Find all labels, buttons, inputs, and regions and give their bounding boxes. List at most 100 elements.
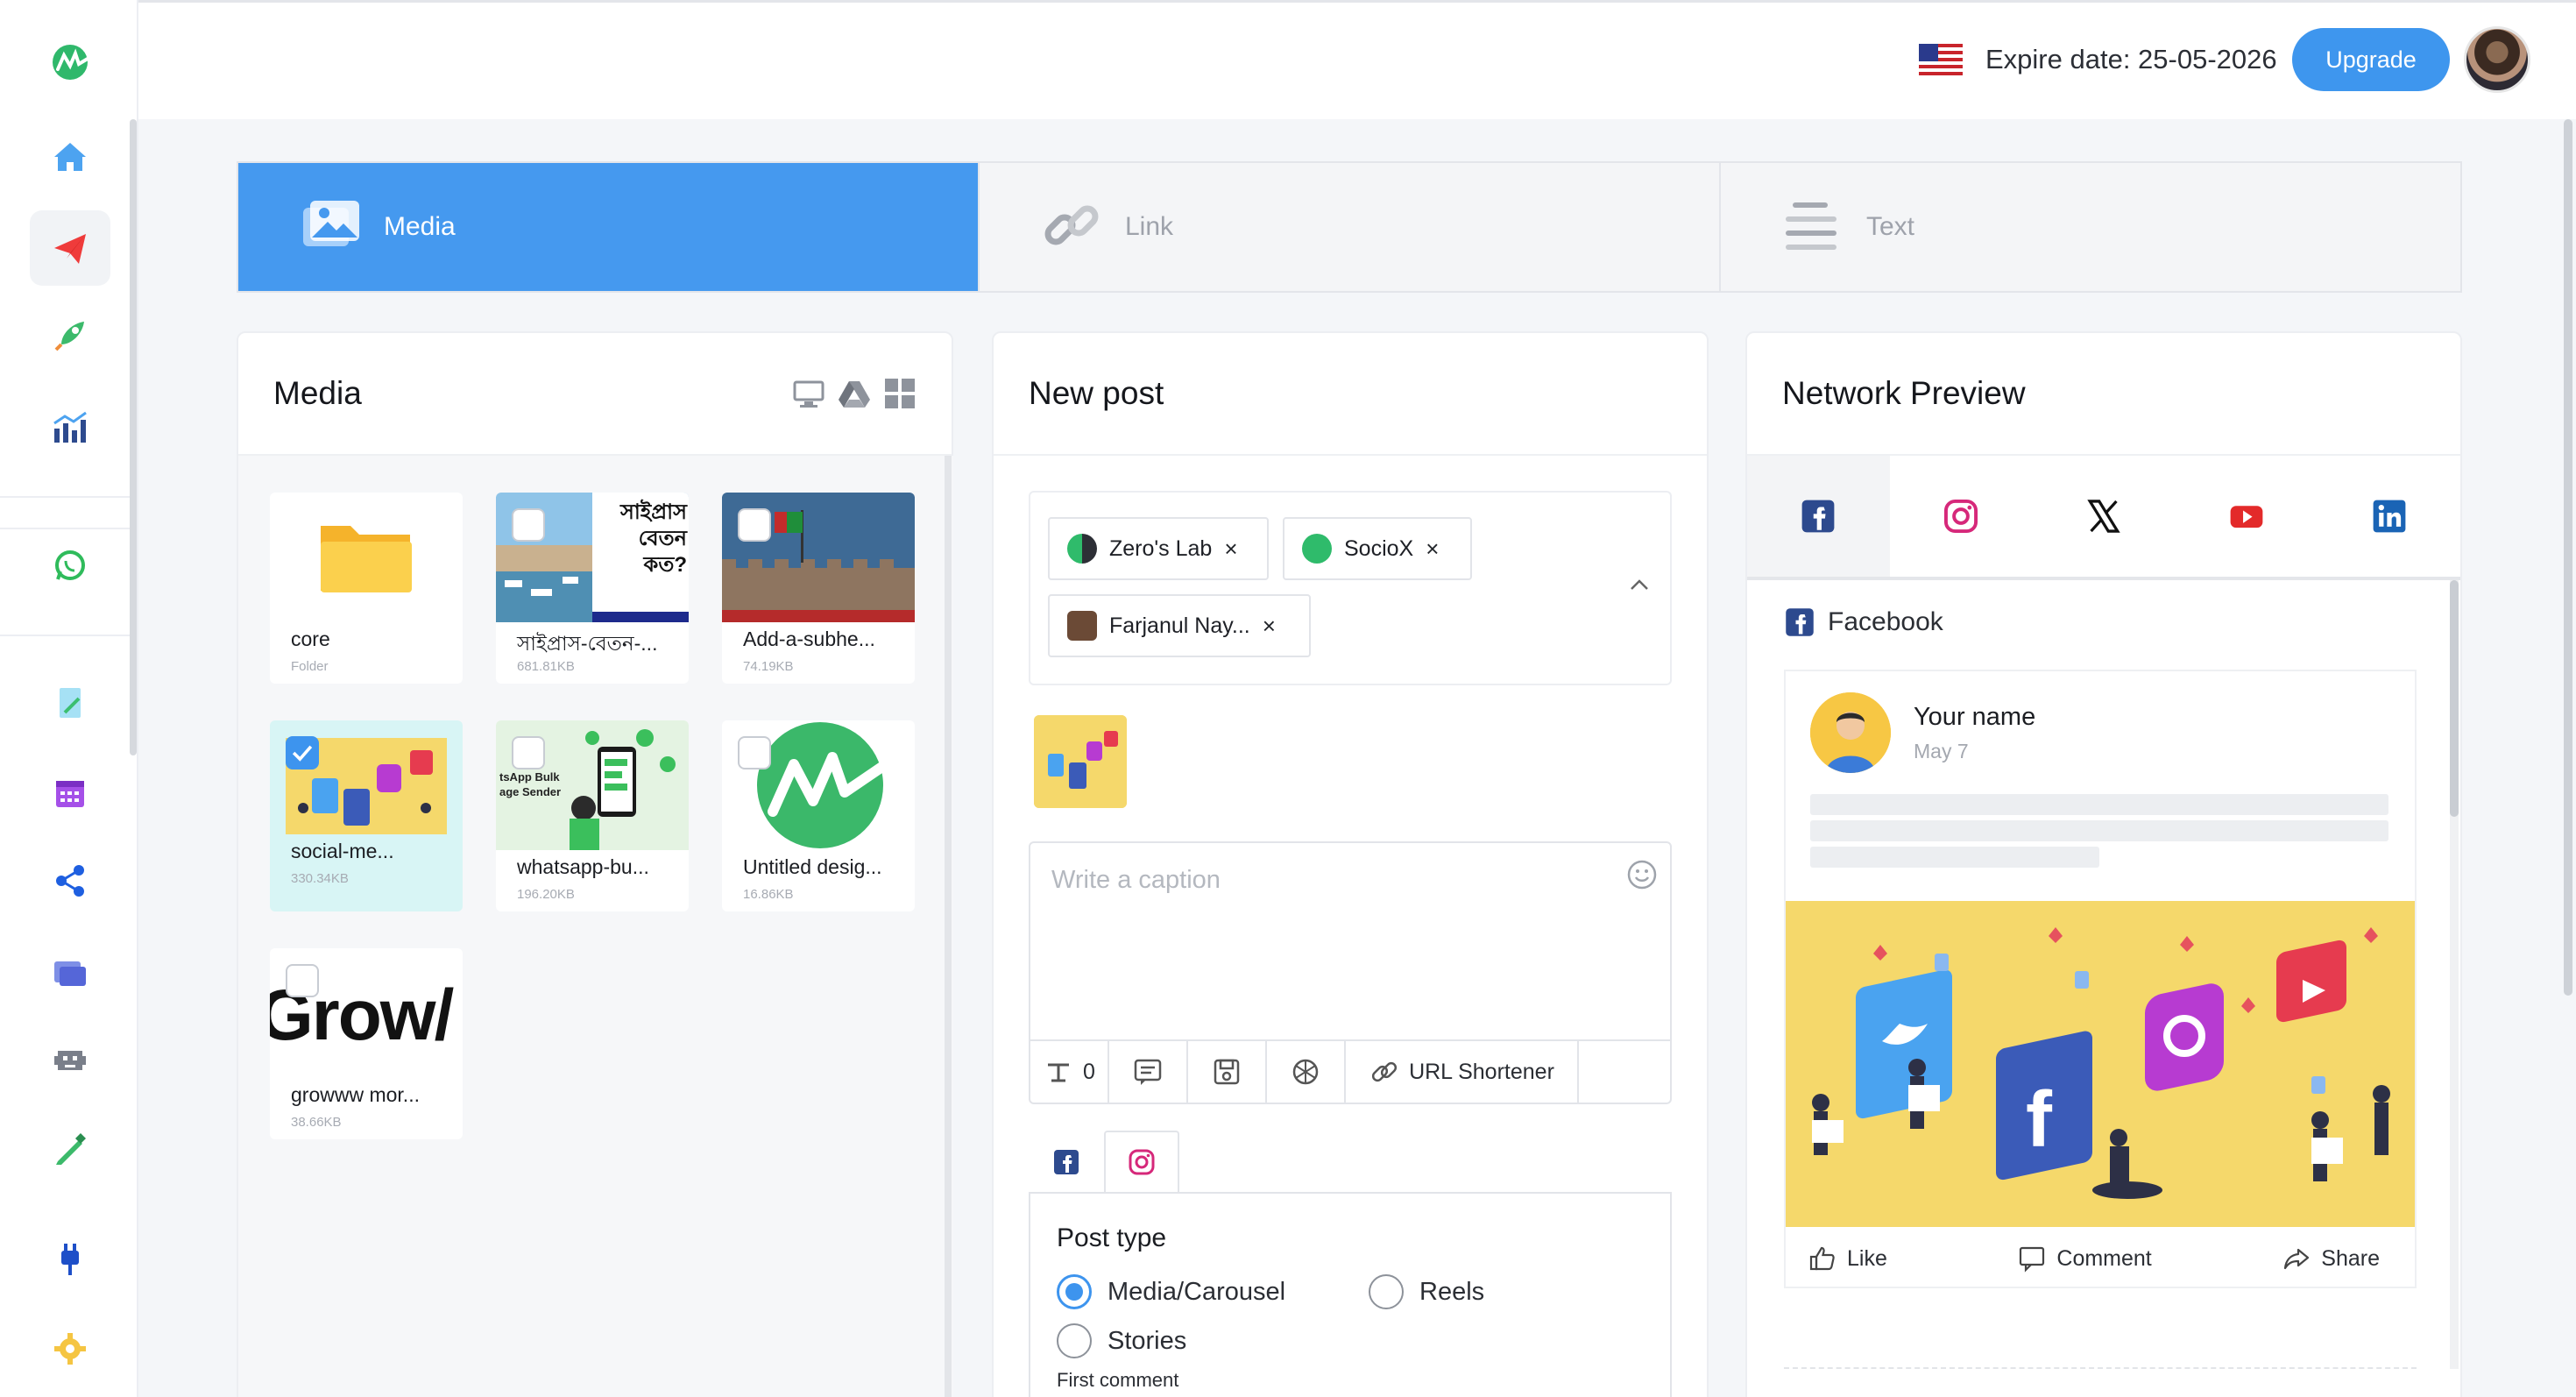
media-item-selected[interactable]: social-me... 330.34KB	[270, 720, 463, 911]
media-item-folder[interactable]: core Folder	[270, 493, 463, 684]
sidebar-item-publish[interactable]	[30, 210, 110, 286]
radio-dot[interactable]	[1057, 1323, 1092, 1358]
attached-media-thumb[interactable]	[1034, 715, 1127, 808]
media-item-meta: 38.66KB	[291, 1115, 342, 1130]
url-shortener-button[interactable]: URL Shortener	[1346, 1041, 1579, 1103]
comment-button[interactable]	[1109, 1041, 1188, 1103]
attached-image	[1034, 715, 1127, 808]
sidebar-item-integrations[interactable]	[30, 1222, 110, 1297]
share-button[interactable]: Share	[2282, 1245, 2380, 1273]
emoji-icon[interactable]	[1626, 859, 1658, 890]
media-grid: core Folder সাইপ্রাস বেতন কত? সাইপ্রাস-ব…	[238, 456, 953, 1397]
media-item-meta: 196.20KB	[517, 887, 575, 902]
whatsapp-icon	[55, 550, 85, 580]
page-scrollbar[interactable]	[2564, 119, 2572, 996]
tab-instagram[interactable]	[1104, 1131, 1179, 1194]
radio-label: Media/Carousel	[1108, 1277, 1286, 1306]
media-item-name: growww mor...	[291, 1083, 420, 1106]
radio-dot-selected[interactable]	[1057, 1274, 1092, 1309]
divider	[1784, 1367, 2417, 1369]
preview-tab-youtube[interactable]	[2175, 456, 2318, 577]
preview-tab-linkedin[interactable]	[2318, 456, 2460, 577]
select-checkbox[interactable]	[738, 736, 771, 769]
upgrade-button[interactable]: Upgrade	[2292, 28, 2450, 91]
sidebar-item-whatsapp[interactable]	[30, 528, 110, 603]
sidebar-scrollbar[interactable]	[130, 119, 137, 755]
sidebar-item-bots[interactable]	[30, 1022, 110, 1097]
chevron-up-icon[interactable]	[1626, 571, 1652, 598]
tab-media[interactable]: Media	[238, 163, 980, 291]
media-scrollbar[interactable]	[945, 456, 952, 1397]
sidebar-item-calendar[interactable]	[30, 755, 110, 831]
radio-dot[interactable]	[1369, 1274, 1404, 1309]
save-icon	[1214, 1059, 1240, 1085]
ai-assistant-button[interactable]	[1267, 1041, 1346, 1103]
preview-tab-x[interactable]	[2033, 456, 2176, 577]
document-edit-icon	[60, 688, 81, 718]
media-item[interactable]: Add-a-subhe... 74.19KB	[722, 493, 915, 684]
media-item-name: whatsapp-bu...	[517, 855, 649, 878]
openai-icon	[1292, 1059, 1319, 1085]
save-draft-button[interactable]	[1188, 1041, 1267, 1103]
instagram-icon	[1129, 1149, 1155, 1175]
select-checkbox[interactable]	[512, 508, 545, 542]
comment-label: Comment	[2056, 1245, 2152, 1271]
comment-button[interactable]: Comment	[2018, 1245, 2152, 1273]
text-placeholder	[1810, 794, 2388, 815]
select-checkbox[interactable]	[738, 508, 771, 542]
tab-link[interactable]: Link	[980, 163, 1721, 291]
remove-account-icon[interactable]: ×	[1263, 613, 1276, 640]
robot-icon	[54, 1051, 86, 1070]
tab-text[interactable]: Text	[1721, 163, 2460, 291]
remove-account-icon[interactable]: ×	[1426, 535, 1439, 563]
tab-facebook[interactable]	[1029, 1131, 1104, 1194]
account-chip[interactable]: Farjanul Nay... ×	[1048, 594, 1311, 657]
user-avatar[interactable]	[2464, 26, 2530, 93]
caption-input[interactable]: Write a caption 0 URL Shortener	[1029, 841, 1672, 1104]
rocket-icon	[54, 322, 84, 351]
media-item-name: social-me...	[291, 840, 394, 862]
comment-icon	[2020, 1246, 2045, 1273]
checkmark-icon	[292, 745, 313, 762]
sidebar-item-editor[interactable]	[30, 666, 110, 741]
grid-view-icon[interactable]	[883, 377, 916, 410]
account-chip[interactable]: SocioX ×	[1283, 517, 1472, 580]
preview-tab-instagram[interactable]	[1890, 456, 2033, 577]
media-item[interactable]: সাইপ্রাস বেতন কত? সাইপ্রাস-বেতন-... 681.…	[496, 493, 689, 684]
sidebar-item-share[interactable]	[30, 843, 110, 918]
radio-reels[interactable]: Reels	[1369, 1274, 1484, 1309]
network-preview-panel: Network Preview Facebook Your name May 7…	[1745, 331, 2462, 1397]
sidebar-item-analytics[interactable]	[30, 389, 110, 464]
image-icon	[303, 201, 359, 246]
sidebar-item-design[interactable]	[30, 1111, 110, 1187]
gear-icon	[54, 1333, 86, 1365]
thumb-overlay-text: tsApp Bulk age Sender	[499, 770, 562, 798]
preview-tab-facebook[interactable]	[1747, 456, 1890, 577]
account-selector[interactable]: Zero's Lab × SocioX × Farjanul Nay... ×	[1029, 491, 1672, 685]
media-item[interactable]: tsApp Bulk age Sender whatsapp-bu... 196…	[496, 720, 689, 911]
select-checkbox-checked[interactable]	[286, 736, 319, 769]
radio-media-carousel[interactable]: Media/Carousel	[1057, 1274, 1285, 1309]
select-checkbox[interactable]	[286, 964, 319, 997]
like-label: Like	[1847, 1245, 1887, 1271]
app-logo[interactable]	[30, 25, 110, 100]
instagram-icon	[1944, 499, 1978, 534]
computer-upload-icon[interactable]	[792, 377, 825, 410]
select-checkbox[interactable]	[512, 736, 545, 769]
x-icon	[2087, 500, 2120, 533]
sidebar-item-files[interactable]	[30, 934, 110, 1010]
media-item[interactable]: Untitled desig... 16.86KB	[722, 720, 915, 911]
google-drive-icon[interactable]	[838, 377, 871, 410]
sidebar-item-settings[interactable]	[30, 1311, 110, 1386]
remove-account-icon[interactable]: ×	[1224, 535, 1237, 563]
like-button[interactable]: Like	[1808, 1245, 1887, 1273]
radio-stories[interactable]: Stories	[1057, 1323, 1186, 1358]
account-chip[interactable]: Zero's Lab ×	[1048, 517, 1269, 580]
media-item[interactable]: Grow/ growww mor... 38.66KB	[270, 948, 463, 1139]
sidebar-item-boost[interactable]	[30, 298, 110, 373]
preview-scrollbar[interactable]	[2450, 580, 2459, 1369]
us-flag-icon[interactable]	[1919, 44, 1963, 75]
new-post-panel: New post Zero's Lab × SocioX × Farjanul …	[992, 331, 1709, 1397]
character-count[interactable]: 0	[1030, 1041, 1109, 1103]
sidebar-item-home[interactable]	[30, 119, 110, 195]
